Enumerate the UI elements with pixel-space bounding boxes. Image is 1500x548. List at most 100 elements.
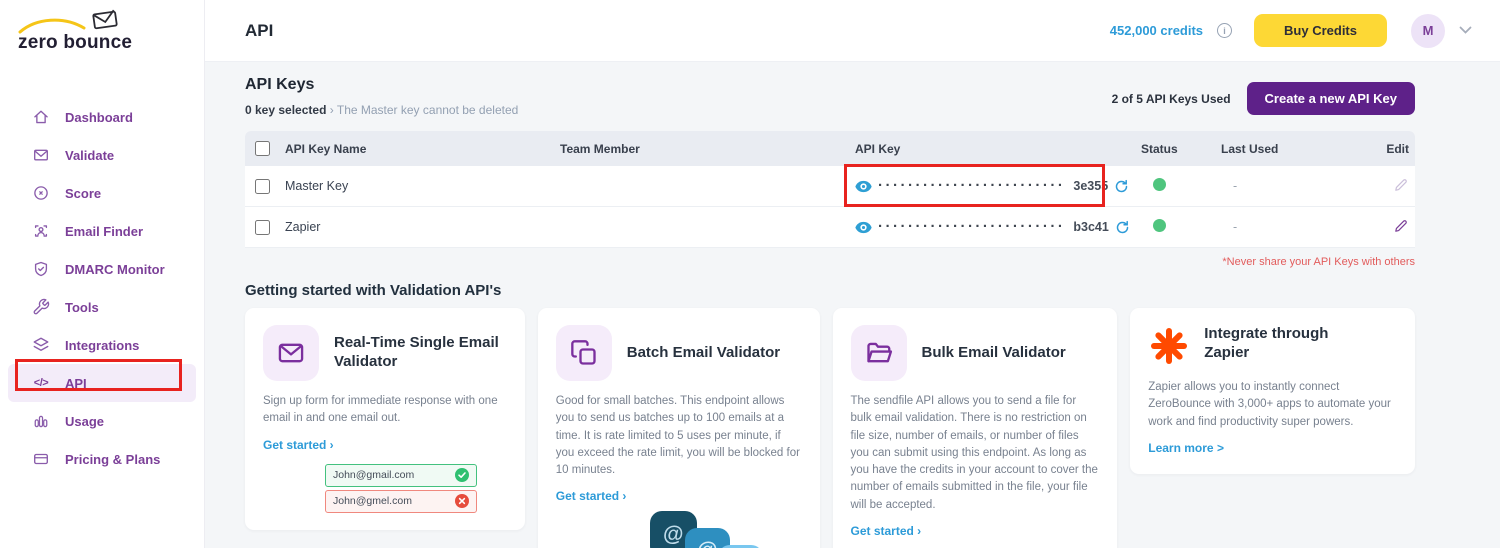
card-title: Batch Email Validator [627, 344, 780, 363]
last-used-cell: - [1221, 220, 1361, 234]
shield-check-icon [32, 260, 50, 278]
card-title: Bulk Email Validator [922, 344, 1066, 363]
api-keys-usage: 2 of 5 API Keys Used [1112, 92, 1231, 106]
sidebar-item-dashboard[interactable]: Dashboard [8, 98, 196, 136]
select-all-checkbox[interactable] [255, 141, 270, 156]
edit-pencil-icon[interactable] [1393, 218, 1409, 234]
api-keys-title: API Keys [245, 76, 518, 94]
status-active-dot [1153, 178, 1166, 191]
get-started-link[interactable]: Get started › [263, 438, 334, 452]
code-icon: </> [32, 374, 50, 392]
sidebar: zero bounce Dashboard Validate Score [0, 0, 205, 548]
chevron-down-icon[interactable] [1459, 26, 1472, 35]
api-key-name: Zapier [285, 220, 560, 234]
sidebar-item-label: API [65, 376, 87, 391]
sidebar-item-label: Dashboard [65, 110, 133, 125]
selection-status: 0 key selected › The Master key cannot b… [245, 103, 518, 117]
page-title: API [245, 21, 273, 41]
home-icon [32, 108, 50, 126]
column-header-last-used: Last Used [1221, 142, 1361, 156]
card-title: Real-Time Single Email Validator [334, 334, 507, 372]
card-description: Zapier allows you to instantly connect Z… [1148, 379, 1397, 431]
api-keys-table: API Key Name Team Member API Key Status … [245, 131, 1415, 248]
at-symbols-illustration: @ @ @ [556, 509, 802, 548]
card-description: Sign up form for immediate response with… [263, 393, 507, 428]
topbar-right: 452,000 credits i Buy Credits M [1110, 14, 1472, 48]
sidebar-item-validate[interactable]: Validate [8, 136, 196, 174]
copy-icon [556, 325, 612, 381]
table-header-row: API Key Name Team Member API Key Status … [245, 131, 1415, 166]
zerobounce-app: zero bounce Dashboard Validate Score [0, 0, 1500, 548]
main-content: API Keys 0 key selected › The Master key… [205, 62, 1500, 548]
zapier-icon [1148, 325, 1190, 367]
check-circle-icon [455, 468, 469, 482]
column-header-name: API Key Name [285, 142, 560, 156]
reveal-key-eye-icon[interactable] [855, 221, 872, 234]
getting-started-title: Getting started with Validation API's [245, 282, 1415, 299]
get-started-link[interactable]: Get started › [851, 524, 922, 538]
card-bulk-validator: Bulk Email Validator The sendfile API al… [833, 308, 1118, 548]
never-share-warning: *Never share your API Keys with others [245, 256, 1415, 268]
table-row: Master Key ························· 3e3… [245, 166, 1415, 207]
get-started-link[interactable]: Get started › [556, 489, 627, 503]
sidebar-item-email-finder[interactable]: Email Finder [8, 212, 196, 250]
card-description: Good for small batches. This endpoint al… [556, 393, 802, 479]
row-checkbox[interactable] [255, 220, 270, 235]
zerobounce-logo[interactable]: zero bounce [0, 0, 204, 62]
sidebar-item-label: Usage [65, 414, 104, 429]
column-header-status: Status [1141, 142, 1221, 156]
column-header-edit: Edit [1361, 142, 1415, 156]
card-description: The sendfile API allows you to send a fi… [851, 393, 1100, 514]
score-gauge-icon [32, 184, 50, 202]
reveal-key-eye-icon[interactable] [855, 180, 872, 193]
column-header-api-key: API Key [855, 142, 1141, 156]
valid-email-text: John@gmail.com [333, 469, 414, 481]
card-zapier-integration: Integrate through Zapier Zapier allows y… [1130, 308, 1415, 474]
sidebar-item-label: Score [65, 186, 101, 201]
card-batch-validator: Batch Email Validator Good for small bat… [538, 308, 820, 548]
key-suffix: b3c41 [1073, 220, 1108, 234]
logo-wordmark: zero bounce [18, 32, 132, 54]
regenerate-key-icon[interactable] [1115, 220, 1130, 235]
sidebar-item-usage[interactable]: Usage [8, 402, 196, 440]
credits-balance: 452,000 credits [1110, 23, 1203, 38]
masked-key-dots: ························· [878, 181, 1065, 191]
person-scan-icon [32, 222, 50, 240]
wrench-icon [32, 298, 50, 316]
card-realtime-validator: Real-Time Single Email Validator Sign up… [245, 308, 525, 530]
buy-credits-button[interactable]: Buy Credits [1254, 14, 1387, 47]
sidebar-item-dmarc-monitor[interactable]: DMARC Monitor [8, 250, 196, 288]
sidebar-item-integrations[interactable]: Integrations [8, 326, 196, 364]
sidebar-item-label: Integrations [65, 338, 139, 353]
envelope-icon [32, 146, 50, 164]
api-keys-section-header: API Keys 0 key selected › The Master key… [245, 76, 1415, 117]
sidebar-item-label: Tools [65, 300, 99, 315]
create-api-key-button[interactable]: Create a new API Key [1247, 82, 1415, 115]
master-key-note: › The Master key cannot be deleted [330, 103, 519, 117]
status-active-dot [1153, 219, 1166, 232]
folder-open-icon [851, 325, 907, 381]
at-icon: @ [685, 528, 730, 548]
sidebar-item-tools[interactable]: Tools [8, 288, 196, 326]
info-icon[interactable]: i [1217, 23, 1232, 38]
envelope-icon [263, 325, 319, 381]
sidebar-item-pricing-plans[interactable]: Pricing & Plans [8, 440, 196, 478]
sidebar-item-label: Email Finder [65, 224, 143, 239]
sidebar-item-score[interactable]: Score [8, 174, 196, 212]
invalid-email-text: John@gmel.com [333, 495, 412, 507]
getting-started-cards: Real-Time Single Email Validator Sign up… [245, 308, 1415, 548]
table-row: Zapier ························· b3c41 - [245, 207, 1415, 248]
regenerate-key-icon[interactable] [1114, 179, 1129, 194]
edit-pencil-icon[interactable] [1393, 177, 1409, 193]
bar-chart-icon [32, 412, 50, 430]
email-validation-examples: John@gmail.com John@gmel.com [325, 464, 477, 513]
last-used-cell: - [1221, 179, 1361, 193]
sidebar-item-label: Validate [65, 148, 114, 163]
sidebar-nav: Dashboard Validate Score Email Finder [0, 98, 204, 478]
x-circle-icon [455, 494, 469, 508]
sidebar-item-api[interactable]: </> API [8, 364, 196, 402]
row-checkbox[interactable] [255, 179, 270, 194]
learn-more-link[interactable]: Learn more > [1148, 441, 1224, 455]
keys-selected-count: 0 key selected [245, 103, 326, 117]
avatar[interactable]: M [1411, 14, 1445, 48]
